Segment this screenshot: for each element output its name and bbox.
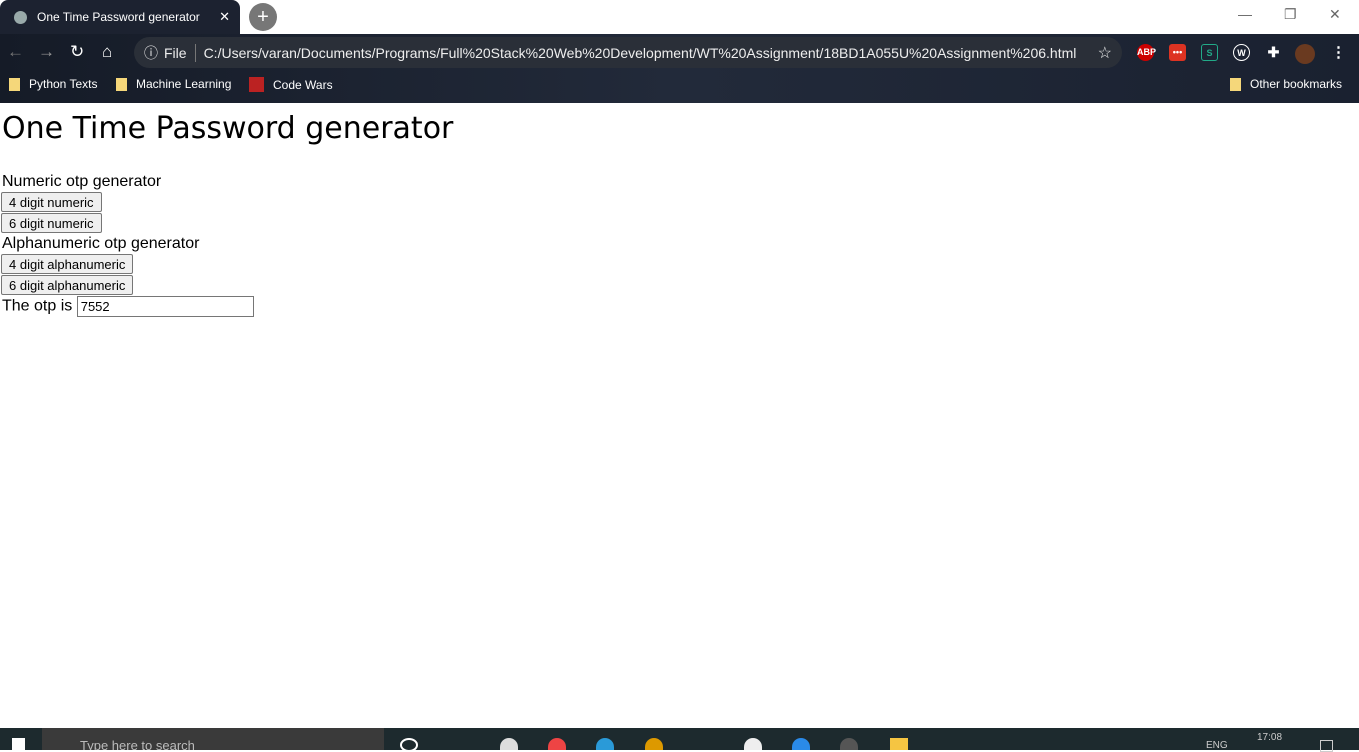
chrome-icon[interactable] (548, 738, 566, 750)
lastpass-icon[interactable]: ••• (1169, 44, 1186, 61)
new-tab-button[interactable]: + (249, 3, 277, 31)
extensions-icon[interactable]: ✚ (1265, 44, 1282, 61)
close-tab-icon[interactable]: ✕ (219, 9, 230, 25)
restore-icon[interactable]: ❐ (1284, 6, 1297, 23)
close-window-icon[interactable]: ✕ (1329, 6, 1341, 23)
s-extension-icon[interactable]: S (1201, 44, 1218, 61)
browser-toolbar: ← → ↻ ⌂ ⓘ File C:/Users/varan/Documents/… (0, 34, 1359, 103)
6-digit-numeric-button[interactable]: 6 digit numeric (1, 213, 102, 233)
app-icon[interactable] (645, 738, 663, 750)
clock[interactable]: 17:08 (1257, 732, 1282, 743)
language-indicator[interactable]: ENG (1206, 740, 1228, 751)
back-icon[interactable]: ← (7, 42, 24, 62)
page-title: One Time Password generator (2, 111, 454, 146)
alphanumeric-label: Alphanumeric otp generator (2, 235, 200, 252)
url-scheme: File (164, 44, 187, 61)
edge-icon[interactable] (596, 738, 614, 750)
tab-title: One Time Password generator (37, 10, 200, 24)
info-icon: ⓘ (144, 44, 158, 61)
codewars-icon (249, 77, 264, 92)
tab-strip: One Time Password generator ✕ + — ❐ ✕ (0, 0, 1359, 34)
terminal-icon[interactable] (840, 738, 858, 750)
4-digit-alphanumeric-button[interactable]: 4 digit alphanumeric (1, 254, 134, 274)
6-digit-alphanumeric-button[interactable]: 6 digit alphanumeric (1, 275, 134, 295)
minimize-icon[interactable]: — (1238, 6, 1252, 22)
menu-icon[interactable]: ⋮ (1330, 44, 1347, 61)
bookmark-machine-learning[interactable]: Machine Learning (116, 77, 231, 91)
other-bookmarks[interactable]: Other bookmarks (1230, 77, 1342, 91)
slack-icon[interactable] (744, 738, 762, 750)
forward-icon[interactable]: → (38, 42, 55, 62)
windows-start-icon[interactable] (12, 738, 25, 750)
reload-icon[interactable]: ↻ (70, 42, 84, 62)
address-bar[interactable]: ⓘ File C:/Users/varan/Documents/Programs… (134, 37, 1122, 68)
4-digit-numeric-button[interactable]: 4 digit numeric (1, 192, 102, 212)
taskbar-search[interactable]: Type here to search (42, 728, 384, 750)
folder-icon (116, 77, 127, 91)
bookmark-python-texts[interactable]: Python Texts (9, 77, 97, 91)
taskbar: Type here to search ENG 17:08 (0, 728, 1359, 752)
page-content: One Time Password generator Numeric otp … (1, 103, 454, 317)
notifications-icon[interactable] (1320, 740, 1333, 752)
folder-icon (9, 77, 20, 91)
globe-icon (14, 10, 27, 24)
folder-icon (1230, 77, 1241, 91)
browser-tab[interactable]: One Time Password generator ✕ (0, 0, 240, 34)
home-icon[interactable]: ⌂ (102, 42, 112, 62)
app-icon[interactable] (500, 738, 518, 750)
vscode-icon[interactable] (792, 738, 810, 750)
otp-input[interactable] (76, 296, 254, 317)
file-explorer-icon[interactable] (890, 738, 908, 750)
url-text: C:/Users/varan/Documents/Programs/Full%2… (203, 44, 1077, 61)
star-icon[interactable]: ☆ (1098, 43, 1112, 63)
avatar[interactable] (1295, 44, 1315, 64)
adblock-icon[interactable]: ABP (1137, 44, 1156, 61)
w-extension-icon[interactable]: W (1233, 44, 1250, 61)
otp-label: The otp is (2, 297, 73, 315)
numeric-label: Numeric otp generator (2, 173, 162, 190)
bookmark-code-wars[interactable]: Code Wars (249, 77, 333, 92)
